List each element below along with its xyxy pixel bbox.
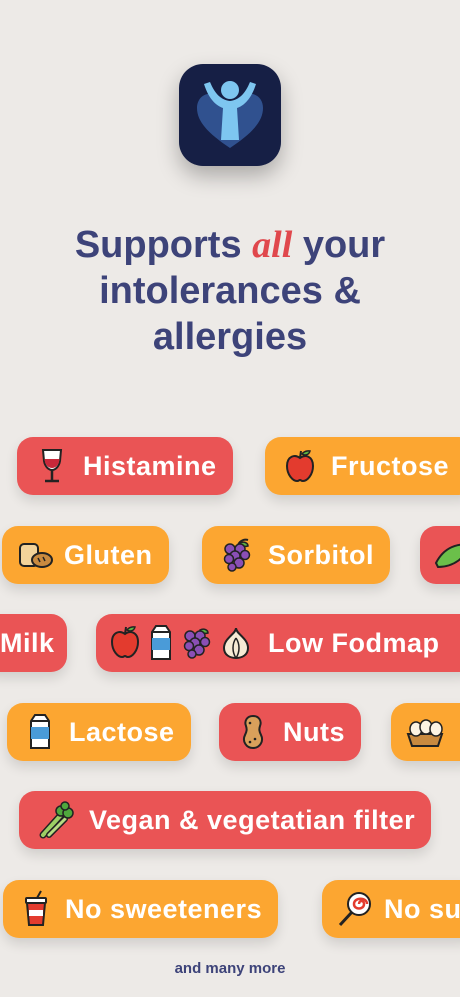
chip-gluten[interactable]: Gluten (2, 526, 169, 584)
chip-label: Fructose (331, 450, 450, 481)
chip-soy[interactable] (420, 526, 460, 584)
headline-accent: all (252, 224, 293, 266)
chip-fructose[interactable]: Fructose (265, 437, 460, 495)
chip-label: Gluten (64, 539, 153, 570)
wine-glass-icon (35, 447, 69, 485)
pea-pod-icon (432, 537, 460, 573)
chip-label: Low Fodmap (268, 627, 440, 658)
bread-icon (16, 538, 54, 572)
milk-carton-icon (151, 625, 171, 660)
chip-label: No su (384, 893, 460, 924)
chip-vegan[interactable]: Vegan & vegetatian filter (19, 791, 432, 849)
celery-icon (37, 801, 75, 839)
headline-line1-before: Supports (74, 224, 253, 266)
chip-label: Sorbitol (268, 539, 374, 570)
chip-nuts[interactable]: Nuts (219, 703, 361, 761)
fodmap-icons (108, 624, 258, 662)
grapes-icon (220, 537, 254, 573)
chip-low-fodmap[interactable]: Low Fodmap (96, 614, 460, 672)
eggs-icon (405, 714, 445, 750)
chip-milk[interactable]: Milk (0, 614, 67, 672)
chip-label: Nuts (283, 716, 345, 747)
headline: Supports all your intolerances & allergi… (0, 222, 460, 360)
and-many-more-text: and many more (174, 960, 286, 977)
app-icon (179, 64, 281, 166)
chip-lactose[interactable]: Lactose (7, 703, 191, 761)
apple-icon (283, 448, 317, 484)
chip-label: Lactose (69, 716, 175, 747)
chip-sorbitol[interactable]: Sorbitol (202, 526, 390, 584)
chip-no-sweeteners[interactable]: No sweeteners (3, 880, 279, 938)
apple-icon (110, 626, 140, 659)
garlic-icon (222, 627, 250, 660)
chip-label: No sweeteners (65, 893, 263, 924)
headline-line3: allergies (152, 316, 308, 358)
headline-line1-after: your (292, 224, 386, 266)
chip-label: Vegan & vegetatian filter (89, 804, 416, 835)
chip-histamine[interactable]: Histamine (17, 437, 233, 495)
milk-carton-icon (25, 713, 55, 751)
lollipop-icon (336, 890, 372, 928)
chip-no-sugar[interactable]: No su (322, 880, 460, 938)
person-heart-logo-icon (197, 81, 263, 148)
headline-line2: intolerances & (99, 270, 361, 312)
soda-cup-icon (21, 890, 51, 928)
chip-label: Milk (0, 627, 55, 658)
chip-eggs[interactable] (391, 703, 460, 761)
peanut-icon (237, 713, 269, 751)
grapes-icon (183, 628, 211, 659)
chip-label: Histamine (83, 450, 217, 481)
